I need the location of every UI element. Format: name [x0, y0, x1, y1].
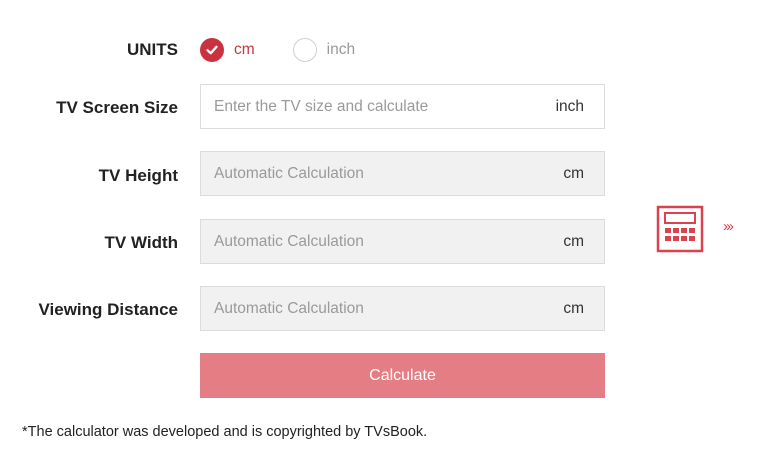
viewing-distance-label: Viewing Distance — [38, 300, 178, 319]
unit-inch-radio[interactable] — [292, 38, 317, 62]
viewing-distance-placeholder: Automatic Calculation — [214, 299, 364, 317]
tv-height-label: TV Height — [98, 166, 178, 185]
tv-width-unit: cm — [563, 232, 584, 250]
viewing-distance-field: Automatic Calculation cm — [200, 286, 605, 331]
checkmark-icon — [206, 45, 218, 55]
copyright-footnote: *The calculator was developed and is cop… — [22, 424, 428, 440]
tv-screen-size-input[interactable]: Enter the TV size and calculate inch — [200, 84, 605, 129]
units-label: UNITS — [127, 40, 178, 59]
tv-height-field: Automatic Calculation cm — [200, 151, 605, 196]
tv-height-placeholder: Automatic Calculation — [214, 164, 364, 182]
calculate-button[interactable]: Calculate — [200, 353, 605, 398]
calculator-icon[interactable] — [656, 205, 704, 258]
tv-screen-size-label: TV Screen Size — [56, 98, 178, 117]
units-radio-group: cm inch — [200, 37, 355, 63]
unit-cm-radio[interactable] — [200, 38, 224, 62]
unit-inch-label[interactable]: inch — [327, 41, 355, 59]
tv-width-label: TV Width — [104, 233, 179, 252]
unit-cm-label[interactable]: cm — [234, 41, 255, 59]
calculator-icon-graphic — [656, 205, 704, 253]
tv-width-placeholder: Automatic Calculation — [214, 232, 364, 250]
tv-width-field: Automatic Calculation cm — [200, 219, 605, 264]
tv-height-unit: cm — [563, 164, 584, 182]
tv-screen-size-unit: inch — [555, 97, 584, 115]
chevron-right-arrows-icon[interactable]: ››› — [723, 218, 734, 235]
viewing-distance-unit: cm — [563, 299, 584, 317]
tv-screen-size-placeholder: Enter the TV size and calculate — [214, 97, 429, 115]
